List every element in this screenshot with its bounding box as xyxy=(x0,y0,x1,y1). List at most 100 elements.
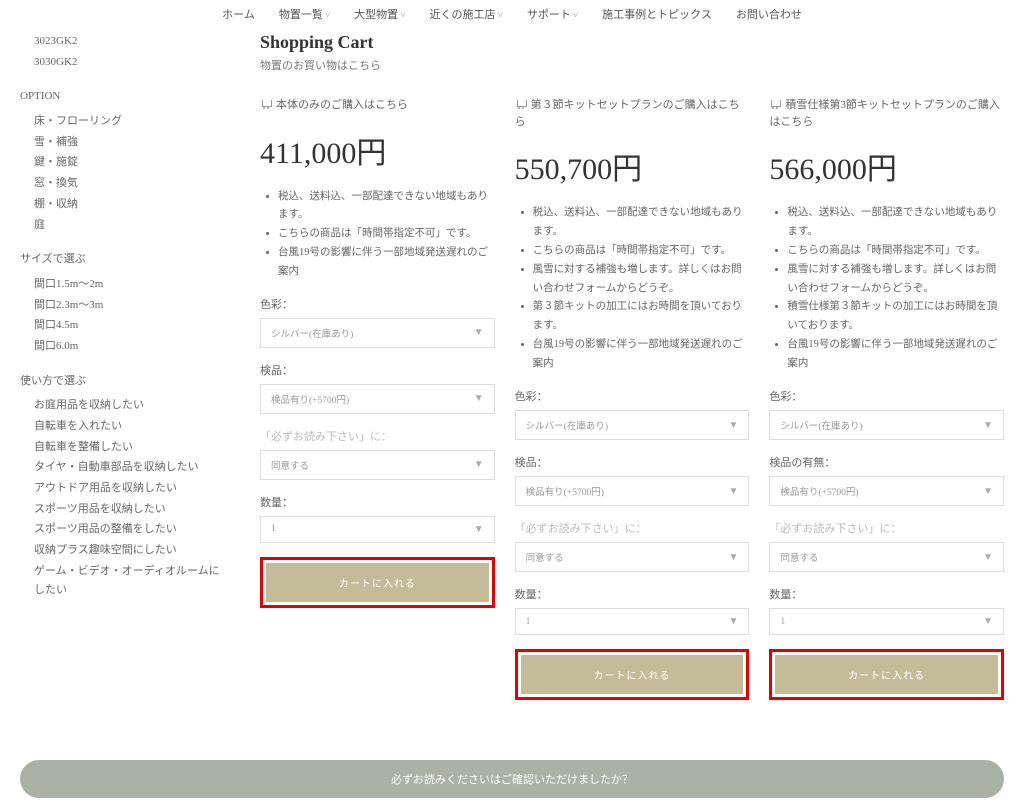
cart-icon xyxy=(260,98,272,109)
chevron-down-icon: ▼ xyxy=(983,616,993,627)
select-value: 1 xyxy=(780,617,785,627)
field-label: 検品： xyxy=(260,362,495,378)
price: 411,000円 xyxy=(260,128,495,172)
field-label: 検品： xyxy=(515,454,750,470)
sidebar-use-header: 使い方で選ぶ xyxy=(20,372,230,391)
select-field[interactable]: 同意する ▼ xyxy=(769,542,1004,572)
sidebar-size-item[interactable]: 間口1.5m〜2m xyxy=(34,275,230,294)
select-field[interactable]: 検品有り(+5700円)▼ xyxy=(769,476,1004,506)
add-to-cart-button[interactable]: カートに入れる xyxy=(266,563,489,602)
select-field[interactable]: シルバー(在庫あり)▼ xyxy=(260,318,495,348)
select-value: 検品有り(+5700円) xyxy=(526,484,604,498)
sidebar-size-item[interactable]: 間口6.0m xyxy=(34,337,230,356)
chevron-down-icon: ▼ xyxy=(983,552,993,563)
chevron-down-icon: ▼ xyxy=(728,616,738,627)
select-field[interactable]: 検品有り(+5700円) ▼ xyxy=(515,476,750,506)
nav-item[interactable]: ホーム xyxy=(222,6,255,22)
field-label: 検品の有無： xyxy=(769,454,1004,470)
sidebar-option-item[interactable]: 鍵・施錠 xyxy=(34,153,230,172)
select-value: 検品有り(+5700円) xyxy=(271,392,349,406)
bullet-list: 税込、送料込、一部配達できない地域もあります。こちらの商品は「時間帯指定不可」で… xyxy=(515,204,750,374)
column-title: 第３節キットセットプランのご購入はこちら xyxy=(515,97,750,130)
product-column: 第３節キットセットプランのご購入はこちら 550,700円税込、送料込、一部配達で… xyxy=(515,97,750,712)
field-label: 数量： xyxy=(260,494,495,510)
bullet-item: 第３節キットの加工にはお時間を頂いております。 xyxy=(533,298,750,336)
select-value: 1 xyxy=(271,524,276,534)
bullet-item: 税込、送料込、一部配達できない地域もあります。 xyxy=(533,204,750,242)
sidebar-size-item[interactable]: 間口4.5m xyxy=(34,316,230,335)
select-value: 同意する xyxy=(271,458,309,472)
nav-item[interactable]: サポート xyxy=(527,6,578,22)
sidebar-option-item[interactable]: 庭 xyxy=(34,216,230,235)
sidebar-use-item[interactable]: アウトドア用品を収納したい xyxy=(34,479,230,498)
select-field[interactable]: シルバー(在庫あり)▼ xyxy=(515,410,750,440)
highlight-box: カートに入れる xyxy=(515,649,750,700)
sidebar-use-item[interactable]: 自転車を整備したい xyxy=(34,438,230,457)
nav-item[interactable]: お問い合わせ xyxy=(736,6,802,22)
select-field[interactable]: 同意する▼ xyxy=(515,542,750,572)
select-value: シルバー(在庫あり) xyxy=(271,326,353,340)
bullet-item: 風雪に対する補強も増します。詳しくはお問い合わせフォームからどうぞ。 xyxy=(787,261,1004,299)
add-to-cart-button[interactable]: カートに入れる xyxy=(775,655,998,694)
sidebar-option-item[interactable]: 窓・換気 xyxy=(34,174,230,193)
nav-item[interactable]: 近くの施工店 xyxy=(430,6,503,22)
select-field[interactable]: 検品有り(+5700円) ▼ xyxy=(260,384,495,414)
bullet-list: 税込、送料込、一部配達できない地域もあります。こちらの商品は「時間帯指定不可」で… xyxy=(769,204,1004,374)
sidebar-model-item[interactable]: 3030GK2 xyxy=(34,53,230,72)
sidebar: 3023GK2 3030GK2 OPTION 床・フローリング雪・補強鍵・施錠窓・… xyxy=(20,32,230,712)
sidebar-model-item[interactable]: 3023GK2 xyxy=(34,32,230,51)
sidebar-use-item[interactable]: スポーツ用品の整備をしたい xyxy=(34,520,230,539)
chevron-down-icon: ▼ xyxy=(983,486,993,497)
chevron-down-icon: ▼ xyxy=(983,420,993,431)
chevron-down-icon: ▼ xyxy=(474,524,484,535)
select-value: シルバー(在庫あり) xyxy=(526,418,608,432)
select-value: シルバー(在庫あり) xyxy=(780,418,862,432)
sidebar-use-item[interactable]: タイヤ・自動車部品を収納したい xyxy=(34,458,230,477)
sidebar-option-item[interactable]: 雪・補強 xyxy=(34,133,230,152)
bullet-item: 積雪仕様第３節キットの加工にはお時間を頂いております。 xyxy=(787,298,1004,336)
chevron-down-icon: ▼ xyxy=(728,486,738,497)
select-field[interactable]: シルバー(在庫あり) ▼ xyxy=(769,410,1004,440)
add-to-cart-button[interactable]: カートに入れる xyxy=(521,655,744,694)
select-field[interactable]: 1▼ xyxy=(260,516,495,543)
bullet-item: 台風19号の影響に伴う一部地域発送遅れのご案内 xyxy=(787,336,1004,374)
sidebar-use-item[interactable]: ゲーム・ビデオ・オーディオルームにしたい xyxy=(34,562,230,599)
bullet-item: 税込、送料込、一部配達できない地域もあります。 xyxy=(278,188,495,226)
field-label: 色彩： xyxy=(260,296,495,312)
chevron-down-icon: ▼ xyxy=(474,459,484,470)
sidebar-use-item[interactable]: スポーツ用品を収納したい xyxy=(34,500,230,519)
sidebar-use-item[interactable]: 自転車を入れたい xyxy=(34,417,230,436)
field-label: 「必ずお読み下さい」に： xyxy=(260,428,495,444)
select-field[interactable]: 1▼ xyxy=(515,608,750,635)
sidebar-option-item[interactable]: 床・フローリング xyxy=(34,112,230,131)
price: 550,700円 xyxy=(515,144,750,188)
sidebar-use-item[interactable]: 収納プラス趣味空間にしたい xyxy=(34,541,230,560)
nav-item[interactable]: 物置一覧 xyxy=(279,6,330,22)
nav-item[interactable]: 大型物置 xyxy=(354,6,405,22)
confirm-bar[interactable]: 必ずお読みくださいはご確認いただけましたか？ xyxy=(20,760,1004,798)
bullet-item: 台風19号の影響に伴う一部地域発送遅れのご案内 xyxy=(278,244,495,282)
chevron-down-icon: ▼ xyxy=(474,393,484,404)
field-label: 「必ずお読み下さい」に： xyxy=(769,520,1004,536)
column-title: 積雪仕様第3節キットセットプランのご購入はこちら xyxy=(769,97,1004,130)
sidebar-size-item[interactable]: 間口2.3m〜3m xyxy=(34,296,230,315)
select-value: 同意する xyxy=(780,550,818,564)
cart-subtitle: 物置のお買い物はこちら xyxy=(260,57,1004,73)
highlight-box: カートに入れる xyxy=(769,649,1004,700)
sidebar-size-header: サイズで選ぶ xyxy=(20,250,230,269)
bullet-item: こちらの商品は「時間帯指定不可」です。 xyxy=(278,225,495,244)
cart-title: Shopping Cart xyxy=(260,32,1004,53)
sidebar-use-item[interactable]: お庭用品を収納したい xyxy=(34,396,230,415)
select-field[interactable]: 同意する ▼ xyxy=(260,450,495,480)
field-label: 色彩： xyxy=(769,388,1004,404)
sidebar-option-header: OPTION xyxy=(20,87,230,106)
select-value: 1 xyxy=(526,617,531,627)
select-field[interactable]: 1▼ xyxy=(769,608,1004,635)
field-label: 「必ずお読み下さい」に： xyxy=(515,520,750,536)
nav-item[interactable]: 施工事例とトピックス xyxy=(602,6,712,22)
cart-icon xyxy=(769,98,781,109)
bullet-list: 税込、送料込、一部配達できない地域もあります。こちらの商品は「時間帯指定不可」で… xyxy=(260,188,495,282)
sidebar-option-item[interactable]: 棚・収納 xyxy=(34,195,230,214)
product-column: 本体のみのご購入はこちら411,000円税込、送料込、一部配達できない地域もあり… xyxy=(260,97,495,712)
bullet-item: こちらの商品は「時間帯指定不可」です。 xyxy=(533,242,750,261)
